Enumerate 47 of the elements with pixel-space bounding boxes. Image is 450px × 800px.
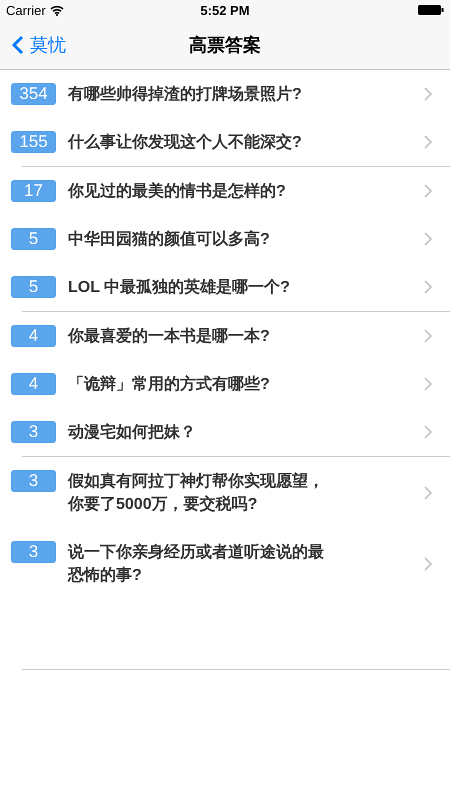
question-text: 什么事让你发现这个人不能深交?: [68, 132, 303, 152]
count-badge: 5: [11, 228, 56, 250]
count-badge: 4: [11, 373, 56, 395]
question-text: 动漫宅如何把妹？: [68, 422, 197, 442]
question-text: LOL 中最孤独的英雄是哪一个?: [68, 278, 291, 298]
chevron-right-icon: [424, 425, 432, 439]
chevron-right-icon: [424, 486, 432, 500]
question-row[interactable]: 5 LOL 中最孤独的英雄是哪一个?: [0, 263, 450, 311]
question-row[interactable]: 5 中华田园猫的颜值可以多高?: [0, 215, 450, 263]
chevron-right-icon: [424, 329, 432, 343]
nav-title: 高票答案: [189, 34, 261, 56]
status-time: 5:52 PM: [200, 2, 250, 18]
back-button[interactable]: 莫忧: [0, 32, 66, 56]
battery-icon: [418, 5, 444, 15]
count-badge: 155: [11, 131, 56, 153]
question-text: 假如真有阿拉丁神灯帮你实现愿望，你要了5000万，要交税吗?: [68, 471, 325, 514]
question-row[interactable]: 3 假如真有阿拉丁神灯帮你实现愿望，你要了5000万，要交税吗?: [0, 457, 450, 528]
chevron-right-icon: [424, 87, 432, 101]
wifi-icon: [50, 4, 64, 16]
chevron-right-icon: [424, 556, 432, 570]
carrier-label: Carrier: [6, 2, 46, 18]
question-text: 你最喜爱的一本书是哪一本?: [68, 326, 271, 346]
question-row[interactable]: 17 你见过的最美的情书是怎样的?: [0, 167, 450, 215]
question-row[interactable]: 4 「诡辩」常用的方式有哪些?: [0, 360, 450, 408]
chevron-right-icon: [424, 232, 432, 246]
chevron-right-icon: [424, 184, 432, 198]
question-row[interactable]: 3 动漫宅如何把妹？: [0, 408, 450, 456]
count-badge: 5: [11, 276, 56, 298]
question-text: 说一下你亲身经历或者道听途说的最恐怖的事?: [68, 542, 325, 586]
question-text: 「诡辩」常用的方式有哪些?: [68, 374, 271, 394]
question-row[interactable]: 4 你最喜爱的一本书是哪一本?: [0, 312, 450, 360]
chevron-right-icon: [424, 280, 432, 294]
question-row[interactable]: 3 说一下你亲身经历或者道听途说的最恐怖的事?: [0, 528, 450, 599]
chevron-left-icon: [12, 34, 24, 54]
question-row[interactable]: 155 什么事让你发现这个人不能深交?: [0, 118, 450, 166]
question-text: 有哪些帅得掉渣的打牌场景照片?: [68, 84, 303, 104]
count-badge: 17: [11, 180, 56, 202]
question-row[interactable]: 354 有哪些帅得掉渣的打牌场景照片?: [0, 70, 450, 118]
count-badge: 3: [11, 421, 56, 443]
count-badge: 3: [11, 470, 56, 492]
chevron-right-icon: [424, 377, 432, 391]
question-text: 你见过的最美的情书是怎样的?: [68, 181, 287, 202]
count-badge: 3: [11, 541, 56, 563]
count-badge: 4: [11, 325, 56, 347]
count-badge: 354: [11, 83, 56, 105]
question-text: 中华田园猫的颜值可以多高?: [68, 229, 271, 250]
chevron-right-icon: [424, 135, 432, 149]
